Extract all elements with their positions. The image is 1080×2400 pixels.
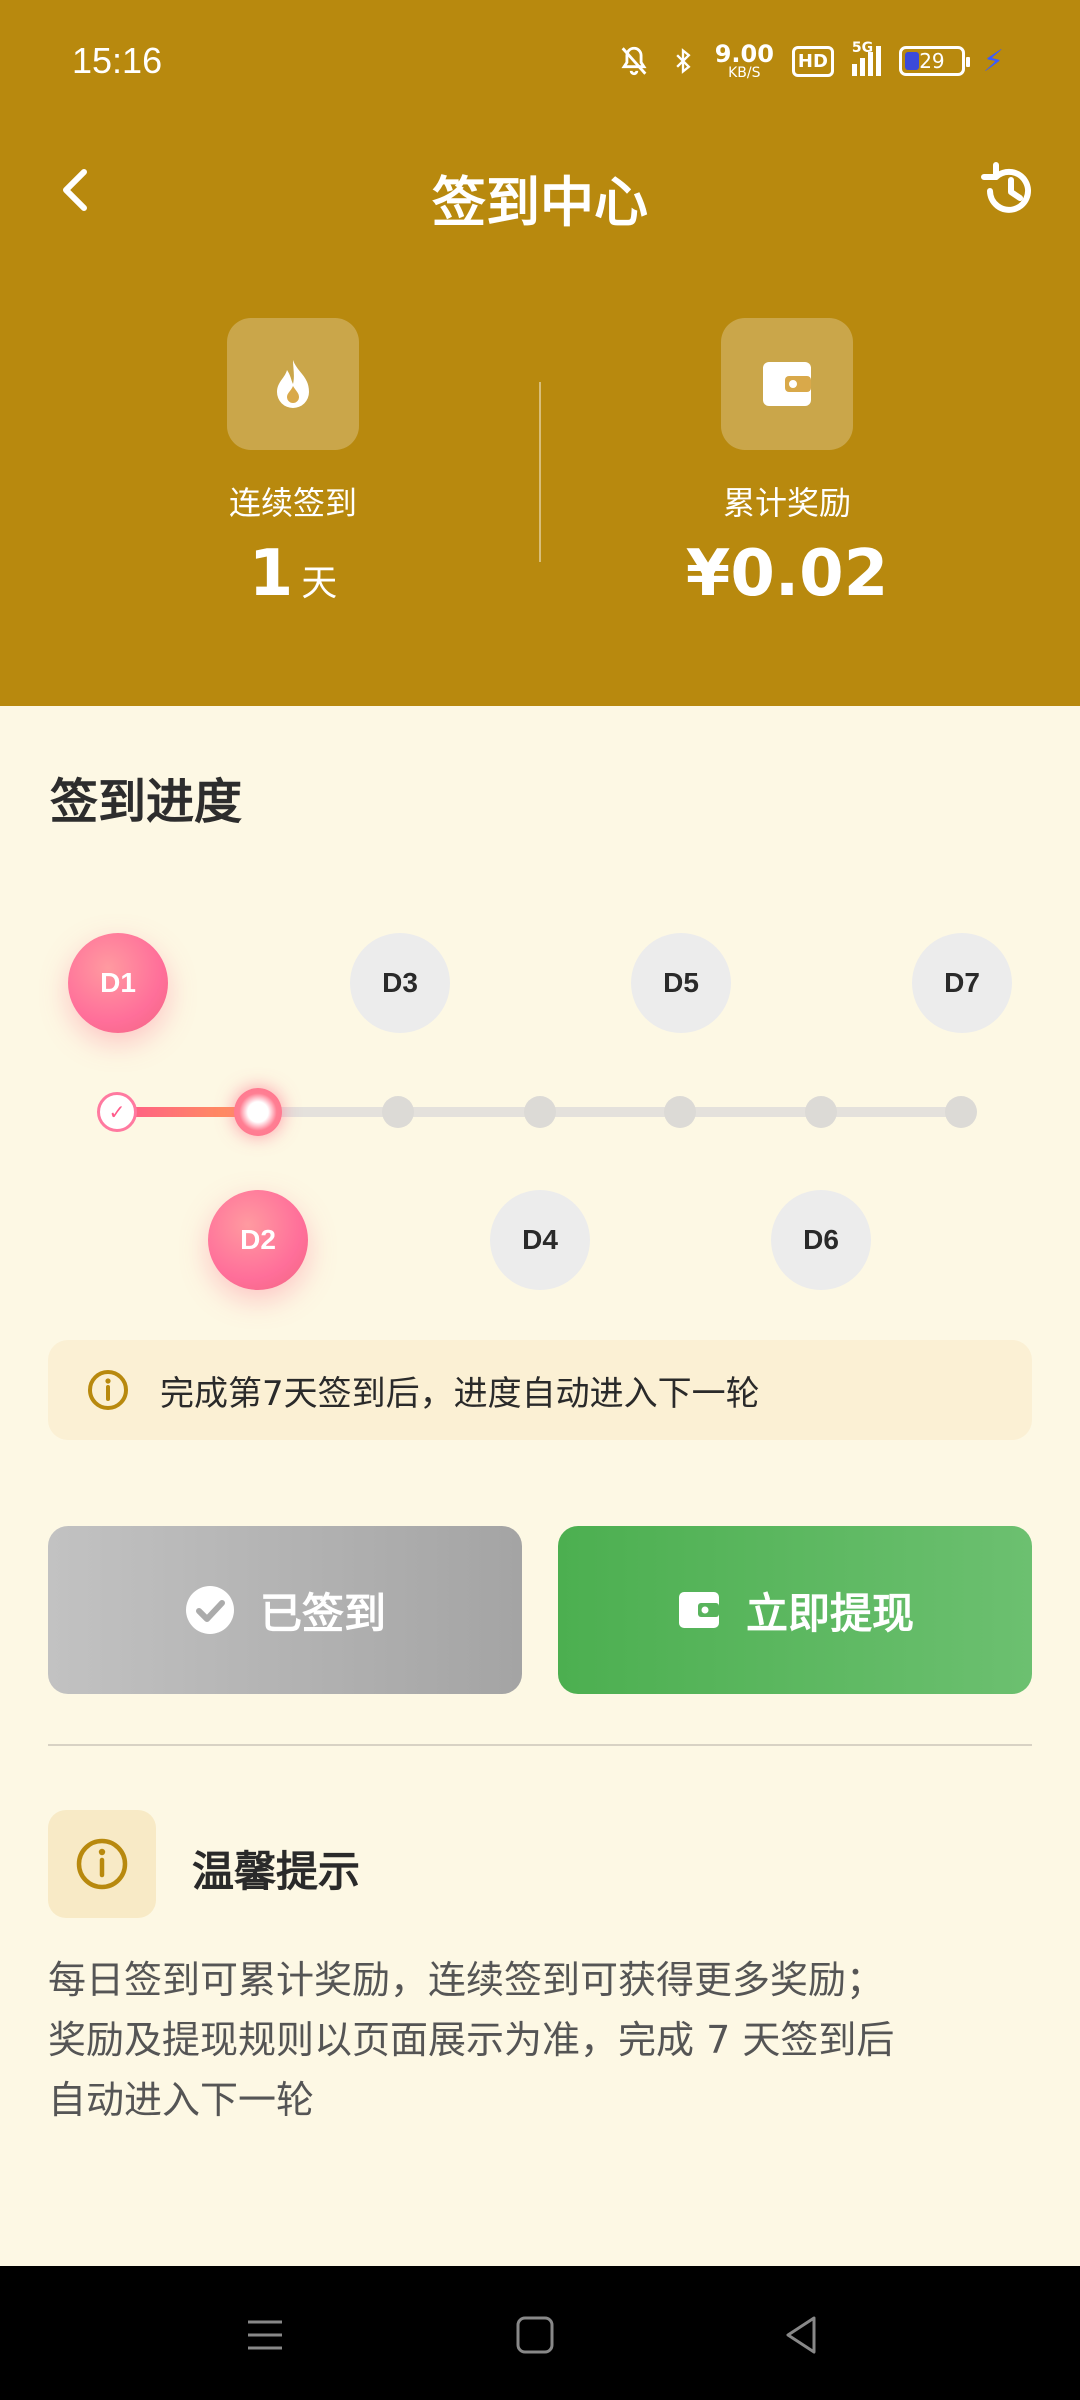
reward-label: 累计奖励 xyxy=(722,484,851,522)
tips-title: 温馨提示 xyxy=(192,1847,361,1896)
reward-stat: 累计奖励 ¥0.02 xyxy=(637,318,937,606)
progress-dot-6 xyxy=(805,1096,837,1128)
signal-icon: 5G xyxy=(851,40,881,76)
progress-dot-7 xyxy=(945,1096,977,1128)
notice-text: 完成第7天签到后，进度自动进入下一轮 xyxy=(160,1373,760,1414)
streak-label: 连续签到 xyxy=(228,484,357,522)
progress-dot-1-done: ✓ xyxy=(97,1092,137,1132)
progress-dot-3 xyxy=(382,1096,414,1128)
home-icon[interactable] xyxy=(510,2310,560,2360)
history-icon xyxy=(981,162,1031,213)
page-title: 签到中心 xyxy=(432,171,648,234)
section-divider xyxy=(48,1744,1032,1746)
progress-dot-4 xyxy=(524,1096,556,1128)
signed-in-label: 已签到 xyxy=(259,1588,386,1638)
system-nav-bar xyxy=(0,2266,1080,2400)
tips-line: 每日签到可累计奖励，连续签到可获得更多奖励； xyxy=(48,1958,885,2002)
header: 15:16 9.00 KB/S HD 5G 29 ⚡ 签到中心 连续签到 1 天… xyxy=(0,0,1080,706)
mute-icon xyxy=(621,46,647,76)
tips-body: 每日签到可累计奖励，连续签到可获得更多奖励； 奖励及提现规则以页面展示为准，完成… xyxy=(48,1950,1038,2130)
stats-divider xyxy=(539,382,541,562)
reward-value: ¥0.02 xyxy=(685,537,889,611)
net-speed: 9.00 KB/S xyxy=(714,40,774,81)
signed-in-button[interactable]: 已签到 xyxy=(48,1526,522,1694)
back-triangle-icon[interactable] xyxy=(776,2310,826,2360)
info-icon xyxy=(88,1370,128,1410)
cycle-notice: 完成第7天签到后，进度自动进入下一轮 xyxy=(48,1340,1032,1440)
status-bar: 15:16 9.00 KB/S HD 5G 29 ⚡ xyxy=(0,0,1080,124)
wallet-icon xyxy=(678,1592,719,1628)
info-icon xyxy=(76,1838,128,1890)
top-nav: 签到中心 xyxy=(0,140,1080,240)
wallet-icon xyxy=(763,362,811,406)
progress-dot-5 xyxy=(664,1096,696,1128)
day-6-bubble[interactable]: D6 xyxy=(771,1190,871,1290)
menu-icon[interactable] xyxy=(240,2310,290,2360)
progress-title: 签到进度 xyxy=(50,774,243,830)
streak-value: 1天 xyxy=(248,537,338,611)
bluetooth-icon xyxy=(676,48,691,74)
streak-stat: 连续签到 1天 xyxy=(143,318,443,606)
day-1-bubble[interactable]: D1 xyxy=(68,933,168,1033)
day-2-bubble[interactable]: D2 xyxy=(208,1190,308,1290)
tips-line: 自动进入下一轮 xyxy=(48,2078,315,2122)
flame-icon-box xyxy=(227,318,359,450)
wallet-icon-box xyxy=(721,318,853,450)
tips-line: 奖励及提现规则以页面展示为准，完成 7 天签到后 xyxy=(48,2018,895,2062)
day-3-bubble[interactable]: D3 xyxy=(350,933,450,1033)
status-time: 15:16 xyxy=(72,40,163,81)
check-circle-icon xyxy=(185,1586,234,1634)
day-4-bubble[interactable]: D4 xyxy=(490,1190,590,1290)
charging-icon: ⚡ xyxy=(982,43,1004,79)
status-icons: 9.00 KB/S HD 5G 29 ⚡ xyxy=(617,38,1004,84)
day-7-bubble[interactable]: D7 xyxy=(912,933,1012,1033)
day-5-bubble[interactable]: D5 xyxy=(631,933,731,1033)
withdraw-label: 立即提现 xyxy=(745,1588,914,1638)
battery-icon: 29 xyxy=(898,46,970,76)
history-button[interactable] xyxy=(976,158,1042,224)
progress-dot-2-current xyxy=(234,1088,282,1136)
hd-badge: HD xyxy=(791,45,834,77)
flame-icon xyxy=(277,360,309,408)
withdraw-button[interactable]: 立即提现 xyxy=(558,1526,1032,1694)
tip-icon-box xyxy=(48,1810,156,1918)
